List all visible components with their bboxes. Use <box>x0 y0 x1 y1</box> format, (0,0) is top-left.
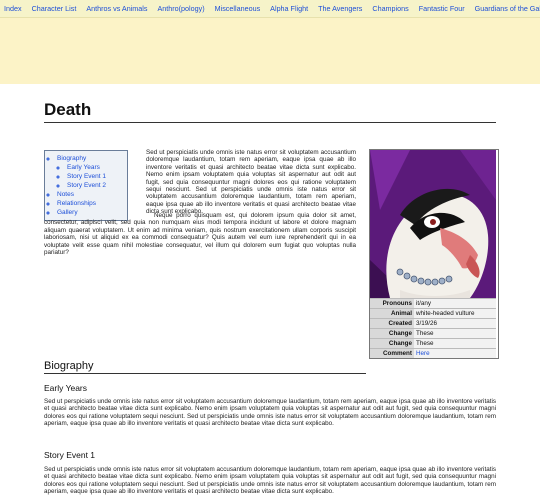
nav-fantastic-four[interactable]: Fantastic Four <box>419 4 465 13</box>
story-event-1-heading: Story Event 1 <box>44 450 96 460</box>
toc-notes[interactable]: Notes <box>57 191 74 198</box>
nav-alpha-flight[interactable]: Alpha Flight <box>270 4 308 13</box>
infobox-row-animal: Animal white-headed vulture <box>370 308 496 319</box>
infobox-row-change-2: Change These <box>370 338 496 349</box>
page-title: Death <box>44 100 496 123</box>
top-nav: Index Character List Anthros vs Animals … <box>0 0 540 18</box>
toc-story-event-1[interactable]: Story Event 1 <box>67 173 106 180</box>
nav-index[interactable]: Index <box>4 4 22 13</box>
infobox-row-change-1: Change These <box>370 328 496 339</box>
toc-relationships[interactable]: Relationships <box>57 200 96 207</box>
nav-miscellaneous[interactable]: Miscellaneous <box>215 4 261 13</box>
nav-character-list[interactable]: Character List <box>32 4 77 13</box>
character-portrait <box>370 150 496 298</box>
infobox-row-comment: Comment Here <box>370 348 496 358</box>
nav-guardians-of-the-galaxy[interactable]: Guardians of the Galaxy <box>475 4 540 13</box>
table-of-contents: Biography Early Years Story Event 1 Stor… <box>44 150 128 221</box>
biography-heading: Biography <box>44 360 366 374</box>
intro-paragraph-2: Neque porro quisquam est, qui dolorem ip… <box>44 212 356 257</box>
toc-biography[interactable]: Biography <box>57 155 86 162</box>
header-banner <box>0 18 540 84</box>
infobox-row-created: Created 3/19/26 <box>370 318 496 329</box>
infobox-table: Pronouns it/any Animal white-headed vultur… <box>370 298 496 358</box>
toc-early-years[interactable]: Early Years <box>67 164 100 171</box>
main-content: Death Biography Early Years Story Event … <box>0 100 540 495</box>
intro-paragraph-1: Sed ut perspiciatis unde omnis iste natu… <box>146 149 356 216</box>
character-infobox: Pronouns it/any Animal white-headed vultur… <box>369 149 499 359</box>
toc-story-event-2[interactable]: Story Event 2 <box>67 182 106 189</box>
story-event-1-paragraph: Sed ut perspiciatis unde omnis iste natu… <box>44 466 496 496</box>
nav-anthros-vs-animals[interactable]: Anthros vs Animals <box>86 4 147 13</box>
early-years-heading: Early Years <box>44 383 87 393</box>
nav-anthropology[interactable]: Anthro(pology) <box>157 4 204 13</box>
early-years-paragraph: Sed ut perspiciatis unde omnis iste natu… <box>44 398 496 428</box>
infobox-row-pronouns: Pronouns it/any <box>370 298 496 309</box>
nav-the-avengers[interactable]: The Avengers <box>318 4 362 13</box>
nav-champions[interactable]: Champions <box>372 4 408 13</box>
infobox-comment-link[interactable]: Here <box>416 350 430 357</box>
